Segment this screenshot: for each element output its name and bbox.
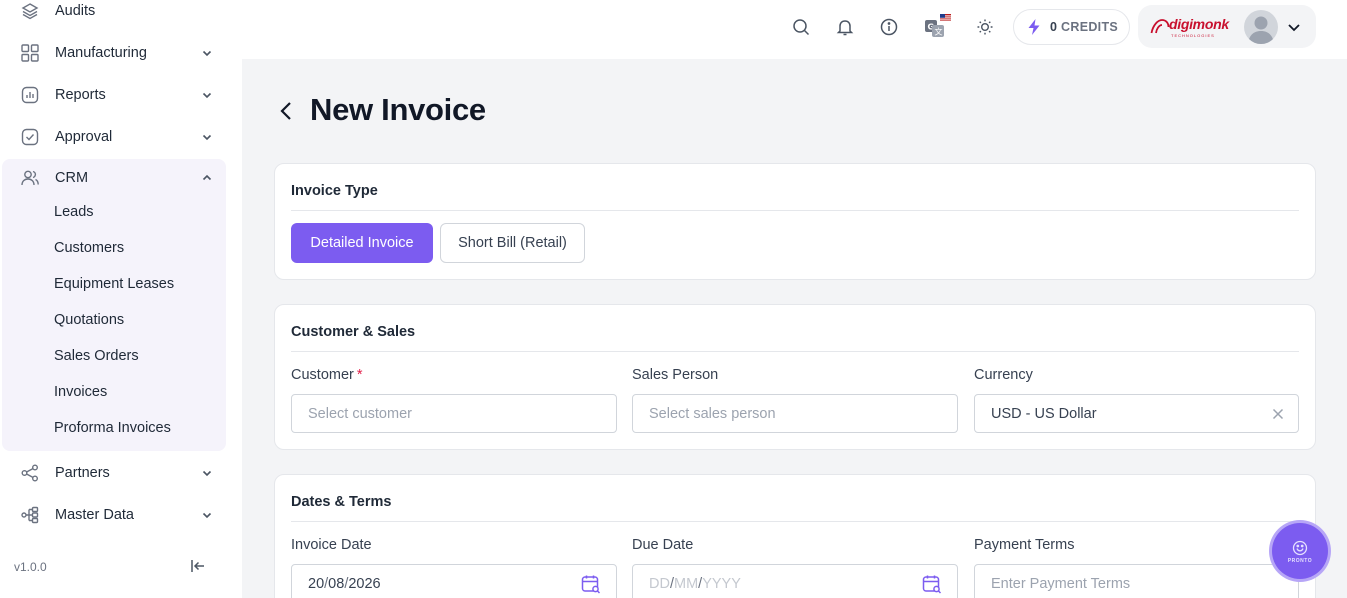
chevron-down-icon — [200, 46, 214, 60]
chart-icon — [20, 85, 40, 105]
sidebar-subitem-sales-orders[interactable]: Sales Orders — [54, 348, 139, 364]
avatar — [1244, 10, 1278, 44]
sales-person-select[interactable]: Select sales person — [632, 394, 958, 433]
chevron-down-icon — [200, 508, 214, 522]
collapse-sidebar-button[interactable] — [188, 556, 208, 576]
sidebar-item-label: CRM — [55, 170, 89, 186]
collapse-left-icon — [191, 560, 204, 572]
invoice-type-card: Invoice Type Detailed Invoice Short Bill… — [274, 163, 1316, 280]
chevron-up-icon — [200, 171, 214, 185]
due-date-input[interactable]: DD/MM/YYYY — [632, 564, 958, 598]
share-icon — [20, 463, 40, 483]
bell-icon[interactable] — [834, 16, 856, 38]
users-icon — [20, 168, 40, 188]
sidebar-item-label: Manufacturing — [55, 45, 147, 61]
brand-name: digimonk — [1169, 16, 1229, 32]
card-title: Invoice Type — [291, 183, 378, 199]
currency-select[interactable]: USD - US Dollar — [974, 394, 1299, 433]
sidebar-item-label: Partners — [55, 465, 110, 481]
crm-group — [2, 159, 226, 451]
customer-placeholder: Select customer — [308, 405, 412, 422]
layers-icon — [20, 1, 40, 21]
info-icon[interactable] — [878, 16, 900, 38]
required-mark: * — [356, 367, 363, 383]
customer-label: Customer * — [291, 367, 363, 383]
search-icon[interactable] — [790, 16, 812, 38]
chevron-down-icon — [1286, 19, 1302, 40]
sidebar-subitem-quotations[interactable]: Quotations — [54, 312, 124, 328]
sidebar-item-crm[interactable]: CRM — [2, 160, 226, 196]
chevron-left-icon — [280, 102, 291, 120]
payment-terms-label: Payment Terms — [974, 537, 1075, 553]
sidebar: Audits Manufacturing Reports Approval CR… — [0, 0, 242, 598]
sidebar-item-reports[interactable]: Reports — [2, 77, 226, 113]
invoice-date-input[interactable]: 20/08/2026 — [291, 564, 617, 598]
translate-icon[interactable]: G 文 — [924, 14, 952, 38]
sun-icon[interactable] — [974, 16, 996, 38]
date-month: 08 — [328, 575, 345, 592]
lightning-icon — [1028, 19, 1040, 35]
due-date-label: Due Date — [632, 537, 694, 553]
credits-count: 0 — [1050, 20, 1058, 34]
divider — [291, 351, 1299, 352]
payment-terms-placeholder: Enter Payment Terms — [991, 575, 1131, 592]
clear-icon[interactable] — [1272, 408, 1284, 420]
date-year: 2026 — [348, 575, 381, 592]
credits-button[interactable]: 0 CREDITS — [1013, 9, 1130, 45]
dates-terms-card: Dates & Terms Invoice Date 20/08/2026 Du… — [274, 474, 1316, 598]
sidebar-item-approval[interactable]: Approval — [2, 119, 226, 155]
svg-text:文: 文 — [935, 27, 943, 37]
calendar-icon[interactable] — [921, 573, 943, 595]
payment-terms-input[interactable]: Enter Payment Terms — [974, 564, 1299, 598]
profile-menu[interactable]: digimonk TECHNOLOGIES — [1138, 5, 1316, 48]
chevron-down-icon — [200, 88, 214, 102]
sidebar-item-audits[interactable]: Audits — [2, 0, 226, 29]
app-version: v1.0.0 — [14, 560, 47, 574]
short-bill-button[interactable]: Short Bill (Retail) — [440, 223, 585, 263]
page-title: New Invoice — [310, 92, 486, 127]
sidebar-item-label: Master Data — [55, 507, 134, 523]
sidebar-subitem-invoices[interactable]: Invoices — [54, 384, 107, 400]
assistant-icon — [1292, 540, 1308, 555]
brand-tagline: TECHNOLOGIES — [1171, 33, 1215, 38]
grid-icon — [20, 43, 40, 63]
sidebar-item-manufacturing[interactable]: Manufacturing — [2, 35, 226, 71]
detailed-invoice-button[interactable]: Detailed Invoice — [291, 223, 433, 263]
currency-value: USD - US Dollar — [991, 405, 1097, 422]
credits-label: CREDITS — [1061, 20, 1119, 34]
sales-person-label: Sales Person — [632, 367, 719, 383]
invoice-date-label: Invoice Date — [291, 537, 372, 553]
card-title: Dates & Terms — [291, 494, 392, 510]
sidebar-subitem-equipment-leases[interactable]: Equipment Leases — [54, 276, 174, 292]
chevron-down-icon — [200, 130, 214, 144]
assistant-fab-button[interactable]: PRONTO — [1272, 523, 1328, 579]
date-day: 20 — [308, 575, 325, 592]
topbar: G 文 0 CREDITS digimonk TECHNOLOGIES — [242, 0, 1347, 59]
sidebar-item-label: Approval — [55, 129, 113, 145]
check-square-icon — [20, 127, 40, 147]
sidebar-item-partners[interactable]: Partners — [2, 455, 226, 491]
divider — [291, 210, 1299, 211]
sidebar-item-master-data[interactable]: Master Data — [2, 497, 226, 533]
hierarchy-icon — [20, 505, 40, 525]
back-button[interactable] — [274, 98, 298, 124]
currency-label: Currency — [974, 367, 1033, 383]
customer-sales-card: Customer & Sales Customer * Select custom… — [274, 304, 1316, 450]
brand-logo-mark — [1150, 19, 1170, 34]
calendar-icon[interactable] — [580, 573, 602, 595]
customer-select[interactable]: Select customer — [291, 394, 617, 433]
sidebar-item-label: Reports — [55, 87, 106, 103]
sidebar-subitem-proforma-invoices[interactable]: Proforma Invoices — [54, 420, 171, 436]
divider — [291, 521, 1299, 522]
sales-person-placeholder: Select sales person — [649, 405, 776, 422]
sidebar-item-label: Audits — [55, 3, 96, 19]
card-title: Customer & Sales — [291, 324, 416, 340]
sidebar-subitem-customers[interactable]: Customers — [54, 240, 124, 256]
fab-label: PRONTO — [1287, 557, 1313, 564]
chevron-down-icon — [200, 466, 214, 480]
sidebar-subitem-leads[interactable]: Leads — [54, 204, 94, 220]
